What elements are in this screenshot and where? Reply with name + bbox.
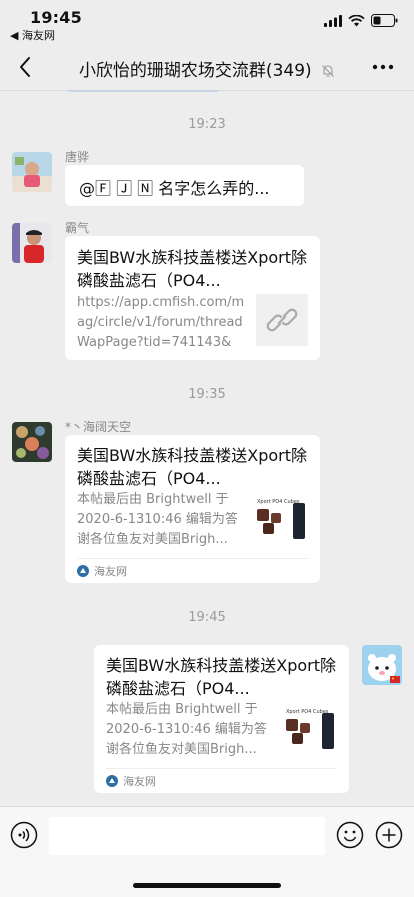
timestamp: 19:45	[188, 610, 226, 625]
back-arrow-icon[interactable]	[14, 54, 38, 80]
more-options-icon[interactable]	[370, 56, 396, 78]
card-description: 本帖最后由 Brightwell 于 2020-6-1310:46 编辑为答谢各…	[77, 492, 238, 547]
timestamp: 19:23	[188, 117, 226, 132]
card-title: 美国BW水族科技盖楼送Xport除磷酸盐滤石（PO4...	[77, 446, 307, 488]
avatar[interactable]	[12, 152, 52, 192]
emoji-icon[interactable]	[336, 821, 364, 849]
card-description: https://app.cmfish.com/mag/circle/v1/for…	[77, 295, 245, 350]
wifi-icon	[348, 14, 365, 26]
voice-input-icon[interactable]	[10, 821, 38, 849]
article-card-message[interactable]: 美国BW水族科技盖楼送Xport除磷酸盐滤石（PO4... 本帖最后由 Brig…	[65, 435, 320, 583]
link-card-message[interactable]: 美国BW水族科技盖楼送Xport除磷酸盐滤石（PO4... https://ap…	[65, 236, 320, 360]
message-input[interactable]	[49, 817, 325, 855]
status-bar: 19:45 ◀ 海友网	[0, 0, 414, 44]
card-source: 海友网	[77, 563, 127, 579]
own-article-card-message[interactable]: 美国BW水族科技盖楼送Xport除磷酸盐滤石（PO4... 本帖最后由 Brig…	[94, 645, 349, 793]
home-indicator	[133, 883, 281, 888]
sender-name: 唐骅	[65, 150, 90, 164]
system-icons	[324, 14, 398, 27]
my-avatar[interactable]	[362, 645, 402, 685]
signal-icon	[324, 14, 342, 27]
card-title: 美国BW水族科技盖楼送Xport除磷酸盐滤石（PO4...	[77, 248, 307, 290]
timestamp: 19:35	[188, 387, 226, 402]
chat-title: 小欣怡的珊瑚农场交流群(349)	[60, 56, 354, 81]
message-text: @🄵 🄹 🄽 名字怎么弄的...	[79, 179, 270, 198]
avatar[interactable]	[12, 422, 52, 462]
avatar[interactable]	[12, 223, 52, 263]
sender-name: *丶海阔天空	[65, 420, 132, 434]
article-thumbnail: Xport PO4 Cubes	[253, 495, 309, 541]
mute-bell-icon	[322, 65, 334, 77]
source-logo-icon	[106, 775, 118, 787]
source-logo-icon	[77, 565, 89, 577]
article-thumbnail: Xport PO4 Cubes	[282, 705, 338, 751]
chat-title-text: 小欣怡的珊瑚农场交流群(349)	[78, 61, 312, 81]
sender-name: 霸气	[65, 221, 90, 235]
card-source: 海友网	[106, 773, 156, 789]
link-thumbnail	[256, 294, 308, 346]
previous-message-edge	[68, 90, 218, 92]
status-time: 19:45	[30, 8, 82, 27]
battery-icon	[371, 14, 398, 27]
back-to-app-link[interactable]: ◀ 海友网	[10, 27, 55, 43]
nav-bar: 小欣怡的珊瑚农场交流群(349)	[0, 44, 414, 91]
source-name: 海友网	[94, 565, 127, 578]
text-message-bubble[interactable]: @🄵 🄹 🄽 名字怎么弄的...	[65, 165, 304, 206]
source-name: 海友网	[123, 775, 156, 788]
add-more-icon[interactable]	[375, 821, 403, 849]
card-title: 美国BW水族科技盖楼送Xport除磷酸盐滤石（PO4...	[106, 656, 336, 698]
card-description: 本帖最后由 Brightwell 于 2020-6-1310:46 编辑为答谢各…	[106, 702, 267, 757]
link-icon	[266, 308, 298, 332]
